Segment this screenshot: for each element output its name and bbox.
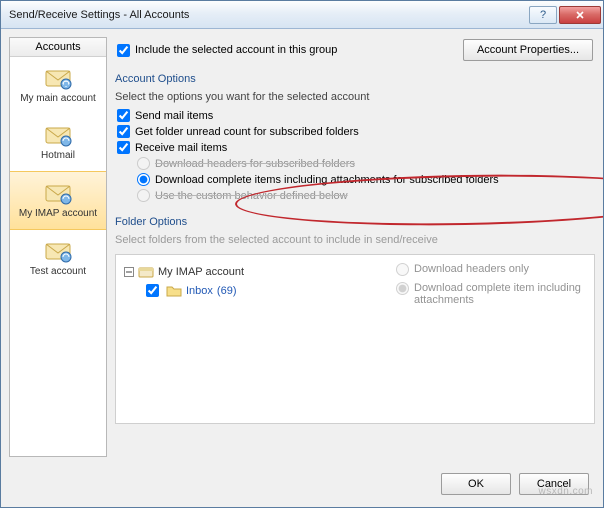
svg-text:?: ? <box>540 10 546 20</box>
send-mail-label: Send mail items <box>135 110 213 122</box>
unread-count-label: Get folder unread count for subscribed f… <box>135 126 359 138</box>
tree-root-label: My IMAP account <box>158 266 244 278</box>
folder-mode-headers-radio <box>396 263 409 276</box>
accounts-sidebar: Accounts My main account Hotmail My IMAP… <box>9 37 107 457</box>
account-options-group: Send mail items Get folder unread count … <box>115 109 595 202</box>
unread-count-option[interactable]: Get folder unread count for subscribed f… <box>117 125 595 138</box>
dialog-body: Accounts My main account Hotmail My IMAP… <box>1 29 603 465</box>
folder-mode-headers-label: Download headers only <box>414 263 529 275</box>
folder-mode-complete-option: Download complete item including attachm… <box>396 282 586 306</box>
dialog-footer: OK Cancel <box>1 465 603 507</box>
sidebar-item-imap-account[interactable]: My IMAP account <box>10 171 106 230</box>
mode-complete-option[interactable]: Download complete items including attach… <box>137 173 595 186</box>
mode-custom-option[interactable]: Use the custom behavior defined below <box>137 189 595 202</box>
ok-button[interactable]: OK <box>441 473 511 495</box>
sidebar-item-label: My IMAP account <box>19 208 97 219</box>
folder-mode-complete-label: Download complete item including attachm… <box>414 282 586 306</box>
window-title: Send/Receive Settings - All Accounts <box>9 9 527 21</box>
close-button[interactable] <box>559 6 601 24</box>
account-options-hint: Select the options you want for the sele… <box>115 89 595 105</box>
folder-mode-complete-radio <box>396 282 409 295</box>
top-row: Include the selected account in this gro… <box>115 37 595 65</box>
sidebar-item-main-account[interactable]: My main account <box>10 57 106 114</box>
receive-mode-group: Download headers for subscribed folders … <box>117 157 595 202</box>
send-mail-option[interactable]: Send mail items <box>117 109 595 122</box>
sidebar-item-label: Test account <box>30 266 86 277</box>
receive-mail-checkbox[interactable] <box>117 141 130 154</box>
dialog-window: Send/Receive Settings - All Accounts ? A… <box>0 0 604 508</box>
tree-inbox-row[interactable]: Inbox (69) <box>124 281 386 300</box>
sidebar-item-test-account[interactable]: Test account <box>10 230 106 287</box>
folder-mode-headers-option: Download headers only <box>396 263 586 276</box>
mode-headers-label: Download headers for subscribed folders <box>155 158 355 170</box>
inbox-checkbox[interactable] <box>146 284 159 297</box>
account-options-title: Account Options <box>115 69 595 85</box>
sidebar-item-label: Hotmail <box>41 150 75 161</box>
sidebar-item-label: My main account <box>20 93 96 104</box>
sidebar-item-hotmail[interactable]: Hotmail <box>10 114 106 171</box>
folder-options-box: My IMAP account Inbox (69) Download head… <box>115 254 595 424</box>
main-panel: Include the selected account in this gro… <box>115 37 595 457</box>
include-account-option[interactable]: Include the selected account in this gro… <box>117 44 337 57</box>
inbox-label: Inbox <box>186 285 213 297</box>
folder-download-mode: Download headers only Download complete … <box>396 263 586 415</box>
include-account-label: Include the selected account in this gro… <box>135 44 337 56</box>
help-button[interactable]: ? <box>529 6 557 24</box>
inbox-count: (69) <box>217 285 237 297</box>
mode-complete-label: Download complete items including attach… <box>155 174 499 186</box>
unread-count-checkbox[interactable] <box>117 125 130 138</box>
mode-headers-option[interactable]: Download headers for subscribed folders <box>137 157 595 170</box>
receive-mail-label: Receive mail items <box>135 142 227 154</box>
mode-custom-label: Use the custom behavior defined below <box>155 190 348 202</box>
account-icon <box>42 122 74 148</box>
receive-mail-option[interactable]: Receive mail items <box>117 141 595 154</box>
folder-icon <box>166 285 182 297</box>
titlebar: Send/Receive Settings - All Accounts ? <box>1 1 603 29</box>
collapse-icon[interactable] <box>124 267 134 277</box>
account-icon <box>42 180 74 206</box>
account-icon <box>42 238 74 264</box>
mode-complete-radio[interactable] <box>137 173 150 186</box>
store-icon <box>138 265 154 279</box>
folder-options-title: Folder Options <box>115 212 595 228</box>
accounts-header: Accounts <box>10 38 106 57</box>
include-account-checkbox[interactable] <box>117 44 130 57</box>
send-mail-checkbox[interactable] <box>117 109 130 122</box>
tree-root-row[interactable]: My IMAP account <box>124 265 386 279</box>
account-icon <box>42 65 74 91</box>
mode-headers-radio[interactable] <box>137 157 150 170</box>
cancel-button[interactable]: Cancel <box>519 473 589 495</box>
folder-tree: My IMAP account Inbox (69) <box>124 263 386 415</box>
account-properties-button[interactable]: Account Properties... <box>463 39 593 61</box>
mode-custom-radio[interactable] <box>137 189 150 202</box>
folder-options-hint: Select folders from the selected account… <box>115 232 595 248</box>
